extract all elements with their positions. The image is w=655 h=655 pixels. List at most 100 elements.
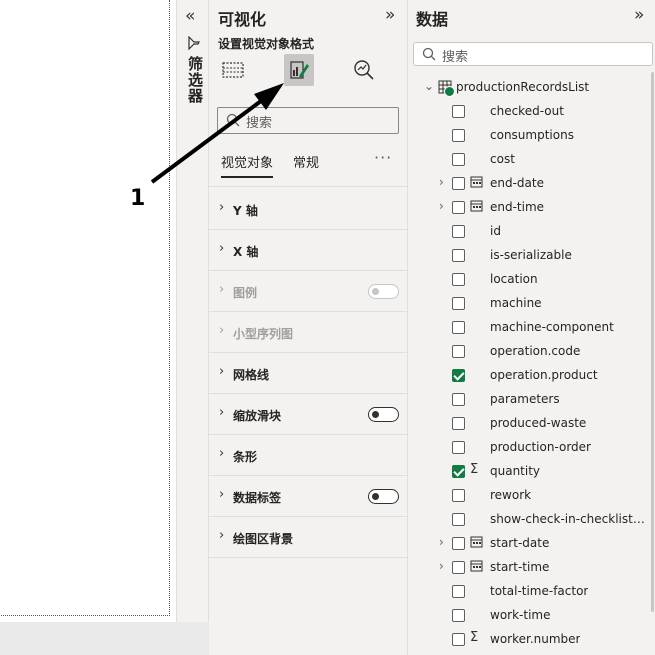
section-data-labels[interactable]: › 数据标签 — [209, 476, 408, 517]
field-row[interactable]: production-order — [408, 436, 655, 460]
chevron-right-icon[interactable]: › — [439, 199, 444, 213]
collapse-data-button[interactable]: » — [634, 5, 644, 25]
section-x-axis[interactable]: › X 轴 — [209, 230, 408, 271]
section-legend[interactable]: › 图例 — [209, 271, 408, 312]
field-name: operation.product — [490, 368, 598, 382]
chevron-right-icon[interactable]: › — [439, 535, 444, 549]
field-checkbox[interactable] — [452, 225, 465, 238]
field-checkbox[interactable] — [452, 369, 465, 382]
visualizations-pane: 可视化 » 设置视觉对象格式 搜索 视觉对象 常规 ··· › Y 轴 › X … — [209, 0, 408, 655]
canvas-footer — [0, 622, 210, 655]
field-checkbox[interactable] — [452, 129, 465, 142]
field-row[interactable]: checked-out — [408, 100, 655, 124]
table-node[interactable]: ⌄ productionRecordsList — [408, 76, 655, 100]
search-placeholder: 搜索 — [246, 116, 273, 131]
funnel-icon[interactable] — [187, 36, 201, 50]
build-visual-icon[interactable] — [218, 54, 248, 86]
field-name: parameters — [490, 392, 560, 406]
field-checkbox[interactable] — [452, 201, 465, 214]
search-icon — [422, 47, 436, 61]
field-row[interactable]: › start-time — [408, 556, 655, 580]
field-checkbox[interactable] — [452, 297, 465, 310]
report-canvas[interactable] — [0, 0, 176, 622]
power-bi-editor: « 筛选器 可视化 » 设置视觉对象格式 搜索 视觉对象 常规 ··· › Y … — [0, 0, 655, 655]
field-checkbox[interactable] — [452, 513, 465, 526]
field-name: production-order — [490, 440, 591, 454]
field-checkbox[interactable] — [452, 393, 465, 406]
field-row[interactable]: operation.code — [408, 340, 655, 364]
field-name: checked-out — [490, 104, 564, 118]
field-checkbox[interactable] — [452, 489, 465, 502]
format-visual-icon[interactable] — [284, 54, 314, 86]
analytics-icon[interactable] — [349, 54, 379, 86]
more-options-button[interactable]: ··· — [374, 148, 392, 167]
section-y-axis[interactable]: › Y 轴 — [209, 189, 408, 230]
chevron-right-icon: › — [219, 364, 225, 379]
legend-toggle[interactable] — [368, 284, 399, 299]
chevron-down-icon[interactable]: ⌄ — [424, 79, 434, 93]
field-row[interactable]: › start-date — [408, 532, 655, 556]
field-checkbox[interactable] — [452, 465, 465, 478]
field-row[interactable]: is-serializable — [408, 244, 655, 268]
section-bars[interactable]: › 条形 — [209, 435, 408, 476]
field-checkbox[interactable] — [452, 561, 465, 574]
chevron-right-icon[interactable]: › — [439, 559, 444, 573]
field-row[interactable]: › end-date — [408, 172, 655, 196]
field-checkbox[interactable] — [452, 273, 465, 286]
collapse-visualizations-button[interactable]: » — [385, 5, 395, 25]
data-search-input[interactable]: 搜索 — [413, 42, 653, 66]
tab-general[interactable]: 常规 — [293, 152, 319, 171]
zoom-slider-toggle[interactable] — [368, 407, 399, 422]
field-name: work-time — [490, 608, 551, 622]
check-badge-icon — [444, 86, 455, 97]
collapse-filters-button[interactable]: « — [185, 6, 195, 26]
section-gridlines[interactable]: › 网格线 — [209, 353, 408, 394]
field-name: end-date — [490, 176, 544, 190]
field-row[interactable]: id — [408, 220, 655, 244]
field-checkbox[interactable] — [452, 153, 465, 166]
chevron-right-icon[interactable]: › — [439, 175, 444, 189]
field-name: consumptions — [490, 128, 574, 142]
field-row[interactable]: work-time — [408, 604, 655, 628]
format-search-input[interactable]: 搜索 — [217, 107, 399, 134]
field-row[interactable]: machine-component — [408, 316, 655, 340]
field-checkbox[interactable] — [452, 537, 465, 550]
field-checkbox[interactable] — [452, 321, 465, 334]
field-row[interactable]: rework — [408, 484, 655, 508]
field-row[interactable]: parameters — [408, 388, 655, 412]
tab-visual[interactable]: 视觉对象 — [221, 152, 274, 178]
field-row[interactable]: consumptions — [408, 124, 655, 148]
field-row[interactable]: cost — [408, 148, 655, 172]
section-small-multiples[interactable]: › 小型序列图 — [209, 312, 408, 353]
field-checkbox[interactable] — [452, 345, 465, 358]
field-row[interactable]: Σworker.number — [408, 628, 655, 652]
filters-label[interactable]: 筛选器 — [185, 56, 206, 104]
section-label: 条形 — [233, 450, 258, 464]
scrollbar[interactable] — [651, 72, 654, 612]
chevron-right-icon: › — [219, 282, 225, 297]
field-name: start-time — [490, 560, 550, 574]
field-name: machine-component — [490, 320, 614, 334]
field-checkbox[interactable] — [452, 441, 465, 454]
field-row[interactable]: show-check-in-checklist-an... — [408, 508, 655, 532]
field-row[interactable]: produced-waste — [408, 412, 655, 436]
field-name: total-time-factor — [490, 584, 589, 598]
field-checkbox[interactable] — [452, 609, 465, 622]
field-row[interactable]: › end-time — [408, 196, 655, 220]
field-checkbox[interactable] — [452, 249, 465, 262]
visual-frame[interactable] — [0, 0, 170, 616]
field-checkbox[interactable] — [452, 105, 465, 118]
field-checkbox[interactable] — [452, 633, 465, 646]
field-checkbox[interactable] — [452, 177, 465, 190]
field-row[interactable]: machine — [408, 292, 655, 316]
section-plot-area-background[interactable]: › 绘图区背景 — [209, 517, 408, 558]
field-row[interactable]: total-time-factor — [408, 580, 655, 604]
chevron-right-icon: › — [219, 241, 225, 256]
field-checkbox[interactable] — [452, 417, 465, 430]
field-checkbox[interactable] — [452, 585, 465, 598]
field-row[interactable]: operation.product — [408, 364, 655, 388]
field-row[interactable]: location — [408, 268, 655, 292]
data-labels-toggle[interactable] — [368, 489, 399, 504]
field-row[interactable]: Σquantity — [408, 460, 655, 484]
section-zoom-slider[interactable]: › 缩放滑块 — [209, 394, 408, 435]
